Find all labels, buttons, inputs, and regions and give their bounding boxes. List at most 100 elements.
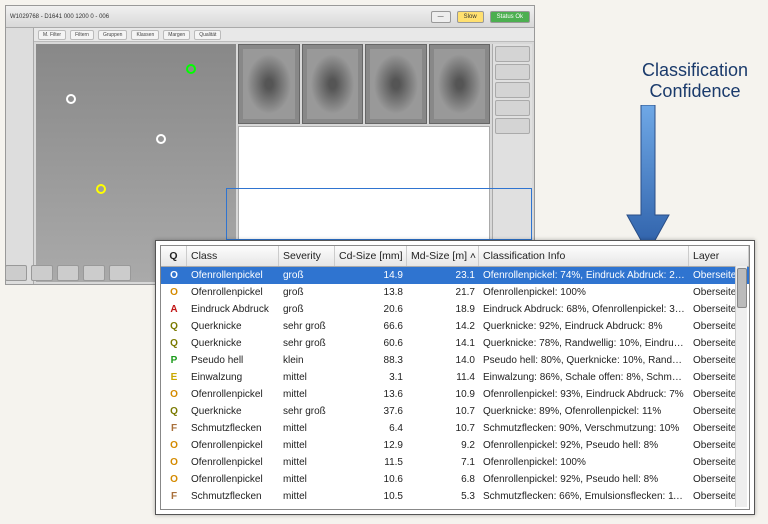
defect-thumb[interactable] xyxy=(302,44,364,124)
cell-cdsize: 20.6 xyxy=(335,303,407,316)
cell-q: F xyxy=(161,490,187,503)
annotation-label: Classification Confidence xyxy=(642,60,748,101)
cell-mdsize: 6.8 xyxy=(407,473,479,486)
minor-button[interactable]: — xyxy=(431,11,451,23)
footer-icon[interactable] xyxy=(83,265,105,281)
footer-icon[interactable] xyxy=(57,265,79,281)
cell-classinfo: Einwalzung: 86%, Schale offen: 8%, Schmu… xyxy=(479,371,689,384)
annotation-arrow-icon xyxy=(623,105,673,255)
defect-thumb[interactable] xyxy=(238,44,300,124)
defect-thumb[interactable] xyxy=(429,44,491,124)
cell-cdsize: 10.6 xyxy=(335,473,407,486)
grid-body[interactable]: OOfenrollenpickelgroß14.923.1Ofenrollenp… xyxy=(161,267,749,509)
cell-mdsize: 23.1 xyxy=(407,269,479,282)
col-classinfo[interactable]: Classification Info xyxy=(479,246,689,266)
side-button[interactable] xyxy=(495,46,530,62)
side-button[interactable] xyxy=(495,82,530,98)
cell-cdsize: 88.3 xyxy=(335,354,407,367)
top-bar: W1029768 - D1641 000 1200 0 - 006 — Slow… xyxy=(6,6,534,28)
cell-mdsize: 10.7 xyxy=(407,405,479,418)
cell-class: Querknicke xyxy=(187,320,279,333)
grid-header: Q Class Severity Cd-Size [mm] Md-Size [m… xyxy=(161,246,749,267)
cell-q: O xyxy=(161,473,187,486)
cell-q: E xyxy=(161,371,187,384)
cell-cdsize: 14.9 xyxy=(335,269,407,282)
side-button[interactable] xyxy=(495,100,530,116)
cell-q: A xyxy=(161,303,187,316)
cell-q: O xyxy=(161,388,187,401)
cell-severity: mittel xyxy=(279,456,335,469)
cell-q: Q xyxy=(161,405,187,418)
table-row[interactable]: QQuerknickesehr groß37.610.7Querknicke: … xyxy=(161,403,749,420)
cell-classinfo: Querknicke: 92%, Eindruck Abdruck: 8% xyxy=(479,320,689,333)
annotation-line2: Confidence xyxy=(649,81,740,101)
window-title: W1029768 - D1641 000 1200 0 - 006 xyxy=(10,14,109,20)
cell-classinfo: Ofenrollenpickel: 100% xyxy=(479,286,689,299)
scrollbar-thumb[interactable] xyxy=(737,268,747,308)
cell-severity: mittel xyxy=(279,371,335,384)
col-mdsize[interactable]: Md-Size [m] ˄ xyxy=(407,246,479,266)
table-row[interactable]: FSchmutzfleckenmittel10.55.3Schmutzfleck… xyxy=(161,488,749,505)
cell-mdsize: 18.9 xyxy=(407,303,479,316)
table-row[interactable]: OOfenrollenpickelmittel13.610.9Ofenrolle… xyxy=(161,386,749,403)
cell-q: P xyxy=(161,354,187,367)
col-severity[interactable]: Severity xyxy=(279,246,335,266)
table-row[interactable]: OOfenrollenpickelmittel10.66.8Ofenrollen… xyxy=(161,471,749,488)
cell-severity: groß xyxy=(279,303,335,316)
cell-cdsize: 13.6 xyxy=(335,388,407,401)
cell-mdsize: 7.1 xyxy=(407,456,479,469)
col-class[interactable]: Class xyxy=(187,246,279,266)
table-row[interactable]: OOfenrollenpickelgroß14.923.1Ofenrollenp… xyxy=(161,267,749,284)
table-row[interactable]: OOfenrollenpickelgroß13.821.7Ofenrollenp… xyxy=(161,284,749,301)
table-row[interactable]: QQuerknickesehr groß66.614.2Querknicke: … xyxy=(161,318,749,335)
cell-classinfo: Eindruck Abdruck: 68%, Ofenrollenpickel:… xyxy=(479,303,689,316)
table-row[interactable]: QQuerknickesehr groß60.614.1Querknicke: … xyxy=(161,335,749,352)
table-row[interactable]: EEinwalzungmittel3.111.4Einwalzung: 86%,… xyxy=(161,369,749,386)
tab-margen[interactable]: Margen xyxy=(163,30,190,40)
footer-icon[interactable] xyxy=(5,265,27,281)
defect-detail-panel: Q Class Severity Cd-Size [mm] Md-Size [m… xyxy=(155,240,755,515)
defect-thumb[interactable] xyxy=(365,44,427,124)
col-cdsize[interactable]: Cd-Size [mm] xyxy=(335,246,407,266)
col-layer[interactable]: Layer xyxy=(689,246,749,266)
cell-class: Querknicke xyxy=(187,405,279,418)
cell-classinfo: Querknicke: 89%, Ofenrollenpickel: 11% xyxy=(479,405,689,418)
filter-tabs: M. Filter Filtern Gruppen Klassen Margen… xyxy=(34,28,534,42)
side-button[interactable] xyxy=(495,64,530,80)
cell-class: Ofenrollenpickel xyxy=(187,456,279,469)
tab-mfilter[interactable]: M. Filter xyxy=(38,30,66,40)
table-row[interactable]: AEindruck Abdruckgroß20.618.9Eindruck Ab… xyxy=(161,301,749,318)
cell-classinfo: Schmutzflecken: 90%, Verschmutzung: 10% xyxy=(479,422,689,435)
cell-severity: mittel xyxy=(279,388,335,401)
cell-class: Ofenrollenpickel xyxy=(187,388,279,401)
cell-mdsize: 14.2 xyxy=(407,320,479,333)
cell-class: Ofenrollenpickel xyxy=(187,269,279,282)
tab-qualitat[interactable]: Qualität xyxy=(194,30,221,40)
table-row[interactable]: OOfenrollenpickelmittel11.57.1Ofenrollen… xyxy=(161,454,749,471)
tab-klassen[interactable]: Klassen xyxy=(131,30,159,40)
cell-severity: klein xyxy=(279,354,335,367)
table-row[interactable]: PPseudo hellklein88.314.0Pseudo hell: 80… xyxy=(161,352,749,369)
footer-icon[interactable] xyxy=(31,265,53,281)
cell-q: Q xyxy=(161,320,187,333)
cell-mdsize: 21.7 xyxy=(407,286,479,299)
tab-filtern[interactable]: Filtern xyxy=(70,30,94,40)
footer-icon[interactable] xyxy=(109,265,131,281)
cell-severity: mittel xyxy=(279,422,335,435)
annotation-line1: Classification xyxy=(642,60,748,80)
cell-class: Schmutzflecken xyxy=(187,422,279,435)
col-q[interactable]: Q xyxy=(161,246,187,266)
cell-classinfo: Ofenrollenpickel: 93%, Eindruck Abdruck:… xyxy=(479,388,689,401)
side-button[interactable] xyxy=(495,118,530,134)
cell-class: Einwalzung xyxy=(187,371,279,384)
cell-mdsize: 14.0 xyxy=(407,354,479,367)
tab-gruppen[interactable]: Gruppen xyxy=(98,30,127,40)
cell-q: O xyxy=(161,439,187,452)
table-row[interactable]: OOfenrollenpickelmittel12.99.2Ofenrollen… xyxy=(161,437,749,454)
table-row[interactable]: FSchmutzfleckenmittel6.410.7Schmutzfleck… xyxy=(161,420,749,437)
defect-grid: Q Class Severity Cd-Size [mm] Md-Size [m… xyxy=(160,245,750,510)
cell-q: O xyxy=(161,269,187,282)
cell-cdsize: 60.6 xyxy=(335,337,407,350)
cell-severity: mittel xyxy=(279,490,335,503)
cell-mdsize: 14.1 xyxy=(407,337,479,350)
